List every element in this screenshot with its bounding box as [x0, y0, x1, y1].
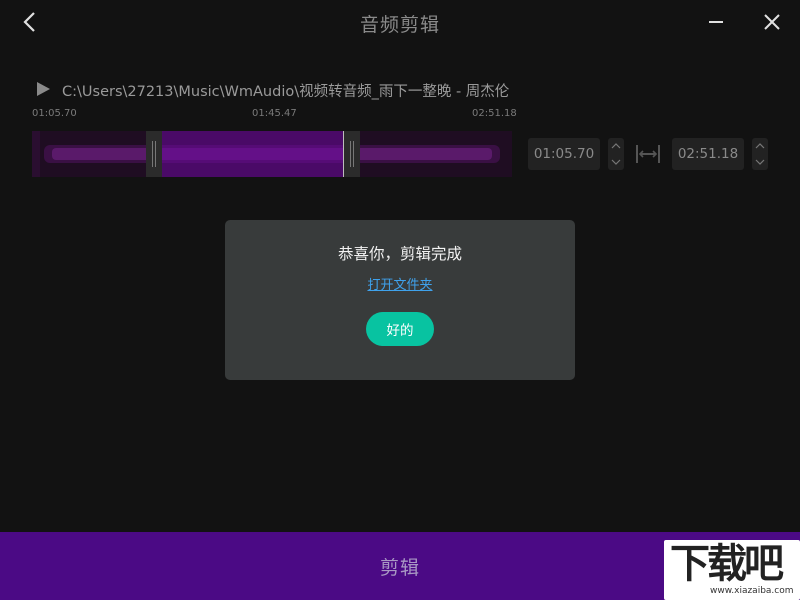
- dialog-title: 恭喜你，剪辑完成: [337, 245, 462, 263]
- start-time-stepper[interactable]: [608, 138, 624, 170]
- play-icon: [37, 82, 50, 96]
- minimize-button[interactable]: [702, 8, 730, 36]
- timeline-label-start: 01:05.70: [32, 108, 77, 119]
- end-time-down-button[interactable]: [752, 154, 768, 170]
- start-time-down-button[interactable]: [608, 154, 624, 170]
- end-time-stepper[interactable]: [752, 138, 768, 170]
- close-icon: [764, 14, 780, 30]
- chevron-up-icon: [755, 143, 765, 149]
- end-time-up-button[interactable]: [752, 138, 768, 154]
- chevron-up-icon: [611, 143, 621, 149]
- file-path: C:\Users\27213\Music\WmAudio\视频转音频_雨下一整晚…: [62, 84, 510, 100]
- close-button[interactable]: [758, 8, 786, 36]
- start-time-up-button[interactable]: [608, 138, 624, 154]
- start-time-input[interactable]: 01:05.70: [528, 138, 600, 170]
- chevron-down-icon: [611, 159, 621, 165]
- waveform[interactable]: [32, 131, 512, 177]
- completion-dialog: 恭喜你，剪辑完成 打开文件夹 好的: [225, 220, 575, 380]
- timeline-label-mid: 01:45.47: [252, 108, 297, 119]
- end-time-input[interactable]: 02:51.18: [672, 138, 744, 170]
- minimize-icon: [709, 21, 723, 23]
- link-range-icon: [634, 141, 662, 167]
- ok-button[interactable]: 好的: [366, 312, 434, 346]
- selected-range: [160, 131, 352, 177]
- trim-start-handle[interactable]: [146, 131, 162, 177]
- watermark-text: 下载吧: [670, 541, 784, 587]
- watermark-logo: 下载吧 www.xiazaiba.com: [664, 540, 800, 600]
- chevron-down-icon: [755, 159, 765, 165]
- open-folder-link[interactable]: 打开文件夹: [225, 274, 575, 293]
- play-button[interactable]: [34, 80, 52, 98]
- trim-end-handle[interactable]: [343, 131, 360, 177]
- page-title: 音频剪辑: [359, 14, 440, 36]
- timeline-label-end: 02:51.18: [472, 108, 517, 119]
- watermark-url: www.xiazaiba.com: [710, 586, 794, 596]
